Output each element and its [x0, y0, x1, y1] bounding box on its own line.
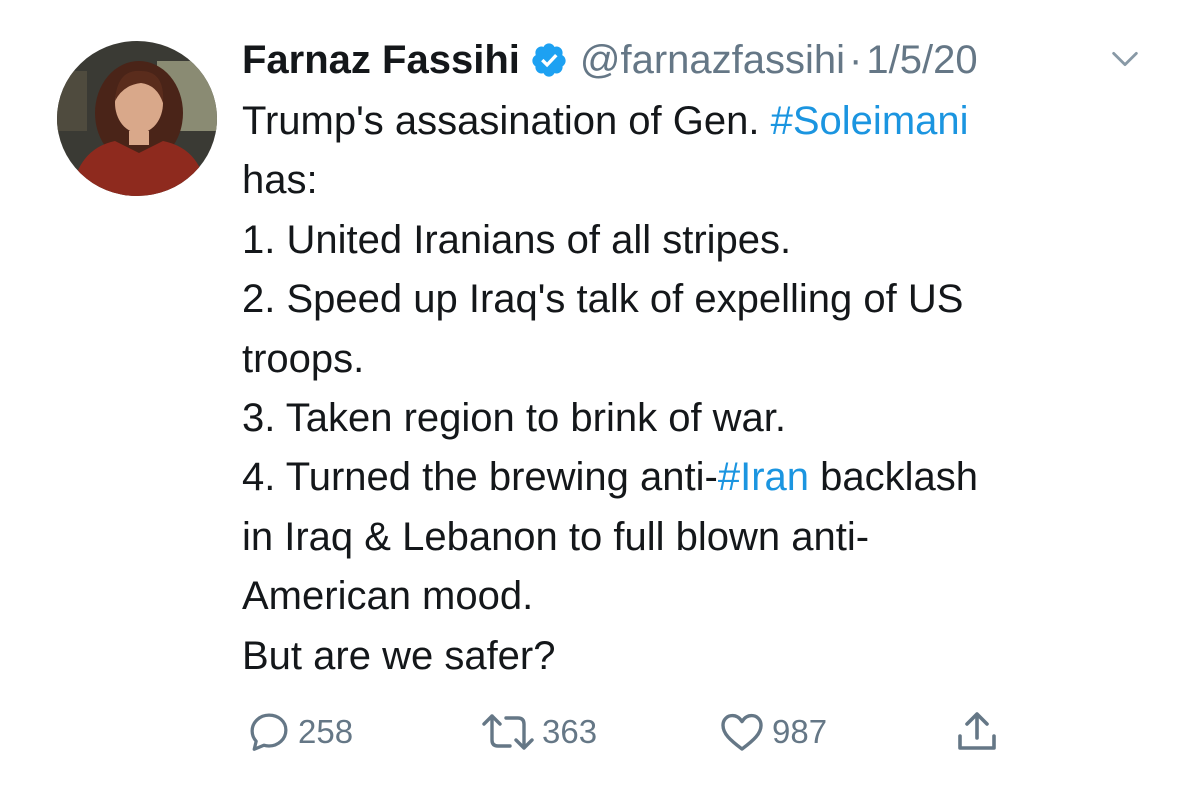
share-icon: [953, 708, 1001, 756]
tweet-line: 4. Turned the brewing anti-#Iran backlas…: [242, 448, 1142, 507]
tweet-text-segment: backlash: [809, 455, 978, 500]
retweet-button[interactable]: 363: [480, 704, 597, 760]
tweet-text: Trump's assasination of Gen. #Soleimani h…: [242, 92, 1142, 686]
tweet-text-segment: has:: [242, 158, 318, 203]
tweet-text-segment: 2. Speed up Iraq's talk of expelling of …: [242, 277, 964, 322]
tweet-text-segment: in Iraq & Lebanon to full blown anti-: [242, 514, 870, 559]
header-separator: ·: [849, 38, 863, 82]
chevron-down-icon[interactable]: [1108, 42, 1142, 76]
tweet-line: has:: [242, 151, 1142, 210]
reply-icon: [246, 708, 292, 756]
tweet-text-segment: 1. United Iranians of all stripes.: [242, 217, 792, 262]
tweet-header: Farnaz Fassihi @farnazfassihi · 1/5/20: [242, 30, 978, 90]
retweet-count: 363: [542, 713, 598, 750]
tweet-line: troops.: [242, 330, 1142, 389]
tweet-line: But are we safer?: [242, 627, 1142, 686]
retweet-icon: [480, 708, 536, 756]
tweet-date[interactable]: 1/5/20: [866, 30, 977, 90]
reply-button[interactable]: 258: [246, 704, 353, 760]
tweet-line: in Iraq & Lebanon to full blown anti-: [242, 508, 1142, 567]
like-count: 987: [772, 713, 828, 750]
heart-icon: [718, 708, 766, 756]
verified-badge-icon: [530, 41, 568, 79]
tweet-text-segment: But are we safer?: [242, 633, 556, 678]
tweet-line: 2. Speed up Iraq's talk of expelling of …: [242, 270, 1142, 329]
avatar-image: [57, 41, 217, 196]
tweet-text-segment: Trump's assasination of Gen.: [242, 99, 771, 143]
tweet-text-segment: troops.: [242, 336, 365, 381]
hashtag-link[interactable]: #Soleimani: [771, 99, 969, 143]
user-handle[interactable]: @farnazfassihi: [580, 30, 845, 90]
tweet-line: American mood.: [242, 567, 1142, 626]
like-button[interactable]: 987: [718, 704, 827, 760]
reply-count: 258: [298, 713, 354, 750]
hashtag-link[interactable]: #Iran: [718, 455, 809, 499]
tweet-line: Trump's assasination of Gen. #Soleimani: [242, 92, 1142, 151]
tweet-text-segment: American mood.: [242, 574, 534, 619]
avatar[interactable]: [57, 41, 217, 196]
tweet-line: 1. United Iranians of all stripes.: [242, 211, 1142, 270]
tweet-text-segment: 3. Taken region to brink of war.: [242, 396, 787, 441]
tweet-text-segment: 4. Turned the brewing anti-: [242, 455, 718, 500]
display-name[interactable]: Farnaz Fassihi: [242, 30, 520, 90]
tweet-line: 3. Taken region to brink of war.: [242, 389, 1142, 448]
tweet-actions: 258 363 987: [0, 704, 1200, 760]
share-button[interactable]: [953, 704, 1001, 760]
